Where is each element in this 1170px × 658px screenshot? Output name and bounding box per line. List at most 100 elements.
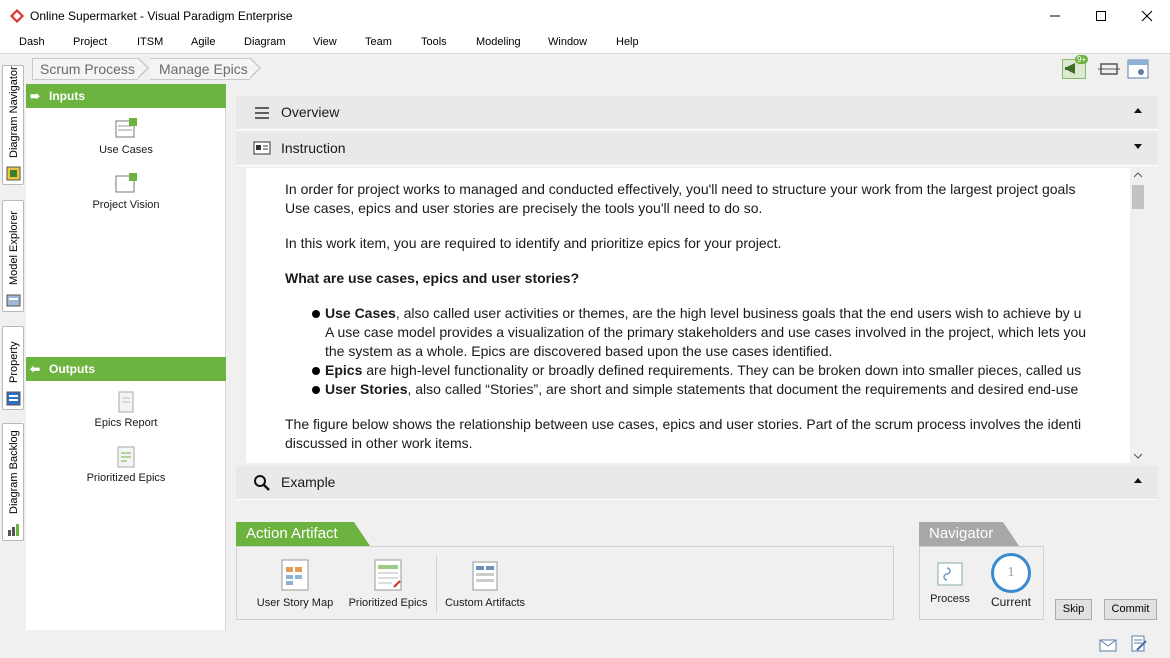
notification-button[interactable]: 9+: [1062, 55, 1089, 79]
navigator-tab-corner: [1003, 522, 1019, 546]
bullet-user-stories: User Stories, also called “Stories”, are…: [285, 380, 1095, 399]
commit-button[interactable]: Commit: [1104, 599, 1157, 620]
bullet-epics: Epics are high-level functionality or br…: [285, 361, 1095, 380]
overview-title: Overview: [281, 104, 340, 120]
project-vision-icon: [115, 173, 137, 193]
tab-property[interactable]: Property: [2, 326, 24, 410]
menu-modeling[interactable]: Modeling: [476, 36, 521, 48]
instruction-scrollbar[interactable]: [1130, 168, 1146, 463]
output-epics-report[interactable]: Epics Report: [26, 391, 226, 429]
action-user-story-map-label: User Story Map: [256, 597, 334, 609]
action-artifact-panel: User Story Map Prioritized Epics Custom …: [236, 546, 894, 620]
tab-diagram-navigator-label: Diagram Navigator: [8, 66, 20, 158]
caret-down-icon: [1134, 144, 1142, 149]
minimize-icon: [1050, 15, 1060, 17]
example-section-header[interactable]: Example: [236, 466, 1158, 500]
action-user-story-map[interactable]: User Story Map: [255, 559, 335, 609]
app-logo-icon: [10, 9, 24, 23]
navigator-panel: Process 1 Current: [919, 546, 1044, 620]
diagram-navigator-icon: [6, 166, 21, 181]
close-icon: [1141, 10, 1153, 22]
input-use-cases-label: Use Cases: [99, 144, 153, 156]
mail-icon[interactable]: [1099, 639, 1117, 652]
model-explorer-icon: [6, 294, 21, 307]
status-bar: [0, 630, 1170, 658]
window-title: Online Supermarket - Visual Paradigm Ent…: [30, 9, 293, 23]
instruction-heading: What are use cases, epics and user stori…: [285, 270, 580, 286]
navigator-process[interactable]: Process: [924, 561, 976, 605]
bullet-use-cases: Use Cases, also called user activities o…: [285, 304, 1095, 361]
bullet-dot-icon: [312, 386, 320, 394]
tab-model-explorer-label: Model Explorer: [8, 211, 20, 285]
input-project-vision[interactable]: Project Vision: [26, 173, 226, 211]
tab-model-explorer[interactable]: Model Explorer: [2, 200, 24, 312]
fit-screen-icon[interactable]: [1097, 60, 1121, 78]
action-custom-artifacts[interactable]: Custom Artifacts: [442, 559, 528, 609]
caret-up-icon: [1134, 108, 1142, 113]
scroll-down-icon[interactable]: [1134, 453, 1142, 459]
navigator-current[interactable]: 1 Current: [982, 553, 1040, 609]
bullet-dot-icon: [312, 367, 320, 375]
input-use-cases[interactable]: Use Cases: [26, 118, 226, 156]
breadcrumb-scrum-process[interactable]: Scrum Process: [32, 58, 138, 80]
artifact-panel: ➠ Inputs Use Cases Project Vision ⬅ Output…: [26, 84, 226, 630]
menu-window[interactable]: Window: [548, 36, 587, 48]
close-button[interactable]: [1124, 0, 1170, 32]
action-prioritized-epics-label: Prioritized Epics: [348, 597, 428, 609]
menu-dash[interactable]: Dash: [19, 36, 45, 48]
instruction-section-header[interactable]: Instruction: [236, 132, 1158, 166]
menu-help[interactable]: Help: [616, 36, 639, 48]
menu-tools[interactable]: Tools: [421, 36, 447, 48]
instruction-bullet-list: Use Cases, also called user activities o…: [285, 304, 1095, 399]
minimize-button[interactable]: [1032, 0, 1078, 32]
scroll-thumb[interactable]: [1132, 185, 1144, 209]
instruction-p1-line2: Use cases, epics and user stories are pr…: [285, 200, 763, 216]
menu-agile[interactable]: Agile: [191, 36, 215, 48]
menu-project[interactable]: Project: [73, 36, 107, 48]
breadcrumb-manage-epics[interactable]: Manage Epics: [150, 58, 250, 80]
overview-section-header[interactable]: Overview: [236, 96, 1158, 130]
tab-diagram-backlog-label: Diagram Backlog: [8, 430, 20, 514]
inputs-title: Inputs: [49, 89, 85, 103]
arrow-right-icon: ➠: [30, 89, 41, 103]
document-edit-icon[interactable]: [1131, 635, 1147, 653]
menu-bar: Dash Project ITSM Agile Diagram View Tea…: [0, 32, 1170, 54]
menu-itsm[interactable]: ITSM: [137, 36, 163, 48]
output-prioritized-epics[interactable]: Prioritized Epics: [26, 446, 226, 484]
maximize-icon: [1096, 11, 1106, 21]
instruction-paragraph-2: In this work item, you are required to i…: [285, 235, 782, 251]
menu-diagram[interactable]: Diagram: [244, 36, 286, 48]
action-artifact-title: Action Artifact: [236, 522, 354, 546]
output-epics-report-label: Epics Report: [94, 417, 158, 429]
tab-diagram-backlog[interactable]: Diagram Backlog: [2, 423, 24, 541]
instruction-p1-line1: In order for project works to managed an…: [285, 181, 1076, 197]
bullet-dot-icon: [312, 310, 320, 318]
tab-diagram-navigator[interactable]: Diagram Navigator: [2, 65, 24, 185]
input-project-vision-label: Project Vision: [92, 199, 160, 211]
bullet-use-cases-line3: the system as a whole. Epics are discove…: [325, 343, 833, 359]
use-cases-icon: [115, 118, 137, 138]
menu-team[interactable]: Team: [365, 36, 392, 48]
menu-view[interactable]: View: [313, 36, 337, 48]
navigator-current-label: Current: [990, 595, 1031, 609]
layout-panel-icon[interactable]: [1127, 59, 1149, 79]
navigator-process-label: Process: [930, 593, 970, 605]
custom-artifacts-icon: [472, 561, 498, 591]
arrow-left-icon: ⬅: [30, 362, 41, 376]
breadcrumb-manage-epics-label: Manage Epics: [159, 61, 248, 77]
bullet-user-stories-text: , also called “Stories”, are short and s…: [407, 381, 1079, 397]
instruction-paragraph-3: The figure below shows the relationship …: [285, 415, 1095, 453]
process-icon: [937, 562, 963, 586]
maximize-button[interactable]: [1078, 0, 1124, 32]
left-tab-strip: Diagram Navigator Model Explorer Propert…: [0, 55, 26, 635]
action-prioritized-epics[interactable]: Prioritized Epics: [347, 559, 429, 609]
breadcrumb-scrum-process-label: Scrum Process: [40, 61, 135, 77]
list-icon: [255, 107, 269, 119]
outputs-header: ⬅ Outputs: [26, 357, 226, 381]
bullet-epics-term: Epics: [325, 362, 363, 378]
scroll-up-icon[interactable]: [1134, 172, 1142, 178]
instruction-content: In order for project works to managed an…: [246, 168, 1146, 463]
bullet-use-cases-term: Use Cases: [325, 305, 396, 321]
caret-up-icon: [1134, 478, 1142, 483]
skip-button[interactable]: Skip: [1055, 599, 1092, 620]
